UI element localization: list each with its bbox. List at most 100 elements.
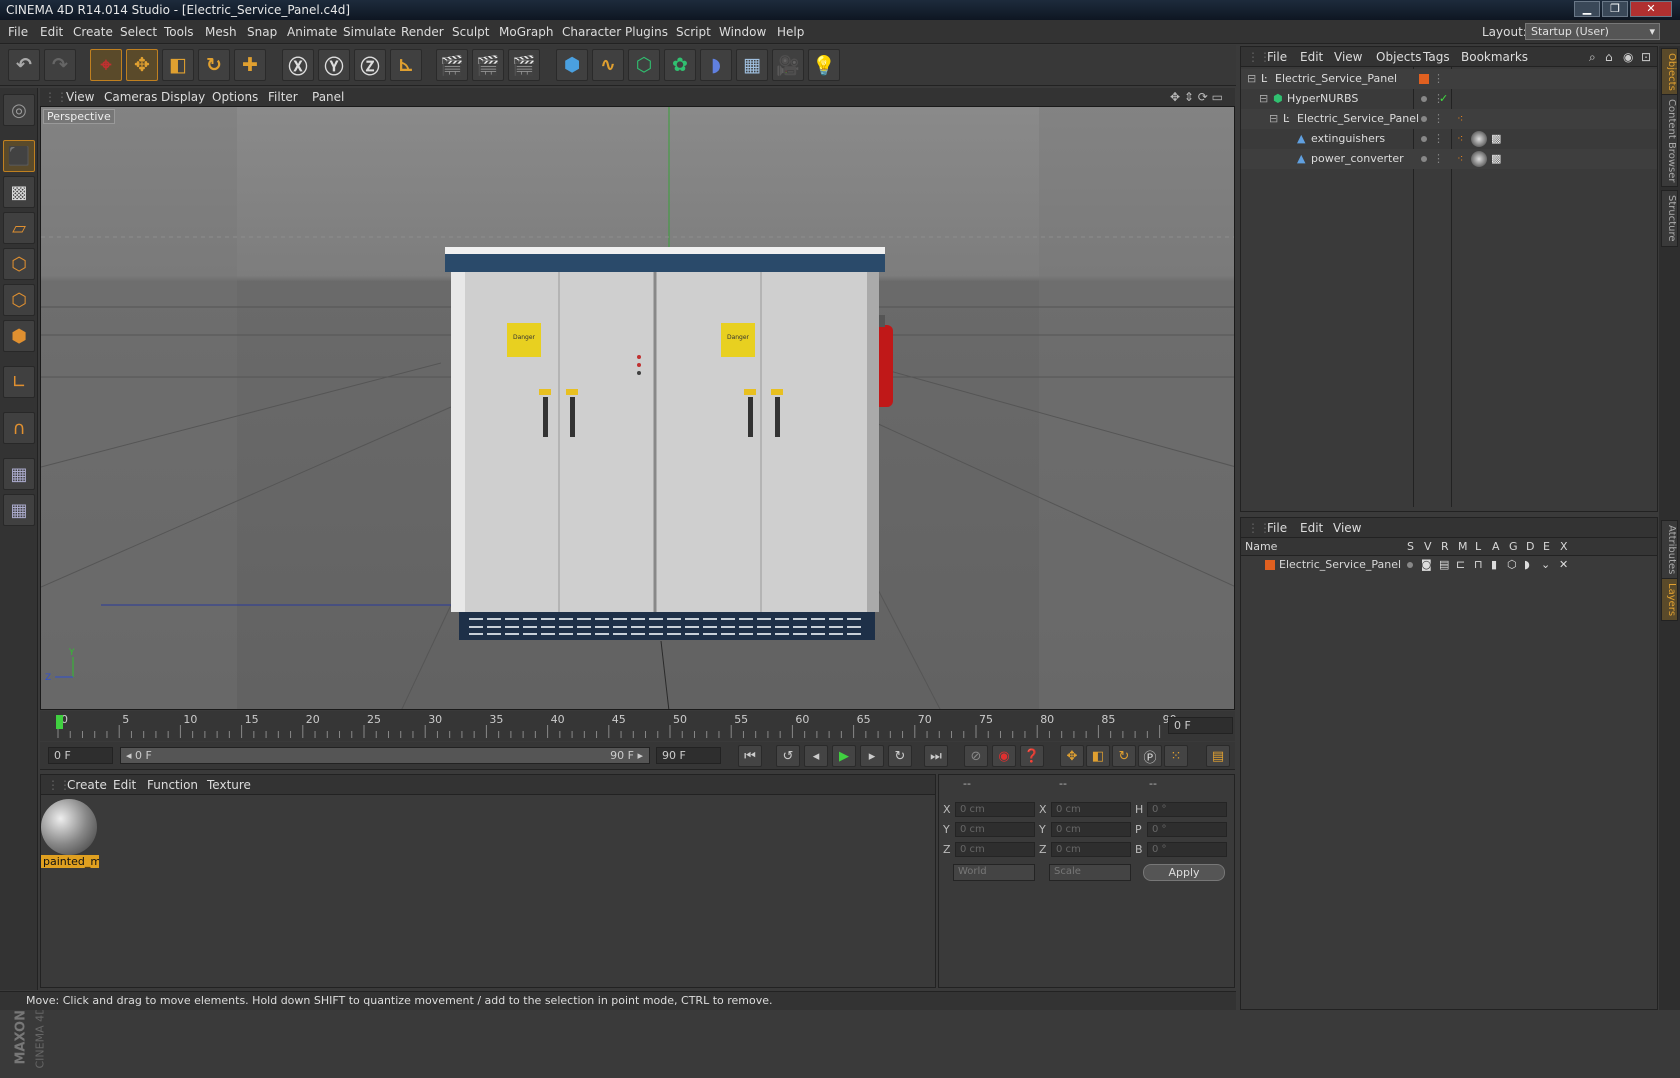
col-generators[interactable]: G [1509,540,1518,553]
points-mode-button[interactable]: ⬡ [3,248,35,280]
home-icon[interactable]: ⌂ [1605,50,1613,64]
generator-icon[interactable]: ⬡ [1507,556,1517,574]
current-frame-field[interactable]: 0 F [1168,717,1233,734]
y-axis-button[interactable]: Ⓨ [318,49,350,81]
col-locked[interactable]: L [1475,540,1481,553]
collapse-icon[interactable]: ⊟ [1247,69,1256,89]
coord-scale-select[interactable]: Scale [1049,864,1131,881]
planar-workplane-button[interactable]: ▦ [3,494,35,526]
material-tag-icon[interactable] [1471,151,1487,167]
col-solo[interactable]: S [1407,540,1414,553]
menu-window[interactable]: Window [719,25,766,39]
uvw-tag-icon[interactable]: ▩ [1491,129,1501,149]
eye-icon[interactable]: ◉ [1623,50,1633,64]
material-menu-texture[interactable]: Texture [207,778,251,792]
menu-script[interactable]: Script [676,25,711,39]
next-frame-button[interactable]: ▸ [860,745,884,767]
add-floor-button[interactable]: ▦ [736,49,768,81]
rot-b-field[interactable]: 0 ° [1147,842,1227,857]
material-tag-icon[interactable] [1471,131,1487,147]
menu-edit[interactable]: Edit [40,25,63,39]
layer-menu-view[interactable]: View [1333,521,1361,535]
add-cube-button[interactable]: ⬢ [556,49,588,81]
editor-visibility-dot[interactable] [1421,96,1427,102]
record-keys-button[interactable]: ⊘ [964,745,988,767]
layer-menu-edit[interactable]: Edit [1300,521,1323,535]
snap-button[interactable]: ∩ [3,412,35,444]
workplane-lock-button[interactable]: ▦ [3,458,35,490]
visibility-dots[interactable]: ⋮ [1433,109,1444,129]
layer-menu-file[interactable]: File [1267,521,1287,535]
menu-plugins[interactable]: Plugins [625,25,668,39]
col-name[interactable]: Name [1245,540,1277,553]
go-to-end-button[interactable]: ⏭ [924,745,948,767]
menu-sculpt[interactable]: Sculpt [452,25,489,39]
col-deformers[interactable]: D [1526,540,1534,553]
keyframe-selection-button[interactable]: ❓ [1020,745,1044,767]
layer-color-swatch[interactable] [1265,560,1275,570]
deformer-icon[interactable]: ◗ [1524,556,1530,574]
tab-content-browser[interactable]: Content Browser [1661,94,1678,188]
rot-p-field[interactable]: 0 ° [1147,822,1227,837]
menu-animate[interactable]: Animate [287,25,337,39]
coordinate-system-button[interactable]: ⊾ [390,49,422,81]
col-render[interactable]: R [1441,540,1449,553]
object-menu-tags[interactable]: Tags [1423,50,1450,64]
eye-icon[interactable]: ◙ [1421,556,1432,574]
texture-mode-button[interactable]: ▩ [3,176,35,208]
object-menu-view[interactable]: View [1334,50,1362,64]
phong-tag-icon[interactable]: ⁖ [1457,129,1463,149]
end-frame-field[interactable]: 90 F [656,747,721,764]
col-manager[interactable]: M [1458,540,1468,553]
manager-icon[interactable]: ⊏ [1456,556,1465,574]
tree-row[interactable]: ▲ extinguishers ⋮ ⁖ ▩ [1241,129,1657,149]
tree-row[interactable]: ⊟ ⬢ HyperNURBS ⋮ ✓ [1241,89,1657,109]
editor-visibility-dot[interactable] [1421,116,1427,122]
tab-layers[interactable]: Layers [1661,578,1678,622]
lock-icon[interactable]: ⊓ [1474,556,1483,574]
new-window-icon[interactable]: ⊡ [1641,50,1651,64]
menu-file[interactable]: File [8,25,28,39]
add-camera-button[interactable]: 🎥 [772,49,804,81]
search-icon[interactable]: ⌕ [1589,50,1596,65]
menu-create[interactable]: Create [73,25,113,39]
checkmark-icon[interactable]: ✓ [1439,89,1448,109]
render-picture-viewer-button[interactable]: 🎬 [472,49,504,81]
minimize-button[interactable]: ▁ [1574,1,1600,17]
menu-help[interactable]: Help [777,25,804,39]
viewport-menu-panel[interactable]: Panel [312,90,344,104]
visibility-dots[interactable]: ⋮ [1433,149,1444,169]
maximize-button[interactable]: ❐ [1602,1,1628,17]
pos-z-field[interactable]: 0 cm [955,842,1035,857]
size-y-field[interactable]: 0 cm [1051,822,1131,837]
close-button[interactable]: ✕ [1630,1,1672,17]
col-expressions[interactable]: E [1543,540,1550,553]
add-deformer-button[interactable]: ◗ [700,49,732,81]
playhead[interactable] [56,715,63,729]
xref-icon[interactable]: ✕ [1559,556,1568,574]
add-light-button[interactable]: 💡 [808,49,840,81]
editor-visibility-dot[interactable] [1421,156,1427,162]
menu-mograph[interactable]: MoGraph [499,25,554,39]
uvw-tag-icon[interactable]: ▩ [1491,149,1501,169]
menu-mesh[interactable]: Mesh [205,25,237,39]
key-position-button[interactable]: ✥ [1060,745,1084,767]
key-pla-button[interactable]: ⁙ [1164,745,1188,767]
start-frame-field[interactable]: 0 F [48,747,113,764]
menu-snap[interactable]: Snap [247,25,277,39]
frame-range-slider[interactable]: ◂ 0 F 90 F ▸ [120,747,650,764]
viewport-menu-display[interactable]: Display [161,90,205,104]
viewport-menu-filter[interactable]: Filter [268,90,298,104]
object-menu-file[interactable]: File [1267,50,1287,64]
x-axis-button[interactable]: Ⓧ [282,49,314,81]
undo-button[interactable]: ↶ [8,49,40,81]
key-rotation-button[interactable]: ↻ [1112,745,1136,767]
add-nurbs-button[interactable]: ⬡ [628,49,660,81]
size-z-field[interactable]: 0 cm [1051,842,1131,857]
polygons-mode-button[interactable]: ⬢ [3,320,35,352]
viewport-label[interactable]: Perspective [43,109,115,124]
solo-dot[interactable] [1407,562,1413,568]
menu-character[interactable]: Character [562,25,621,39]
material-menu-function[interactable]: Function [147,778,198,792]
go-to-start-button[interactable]: ⏮ [738,745,762,767]
